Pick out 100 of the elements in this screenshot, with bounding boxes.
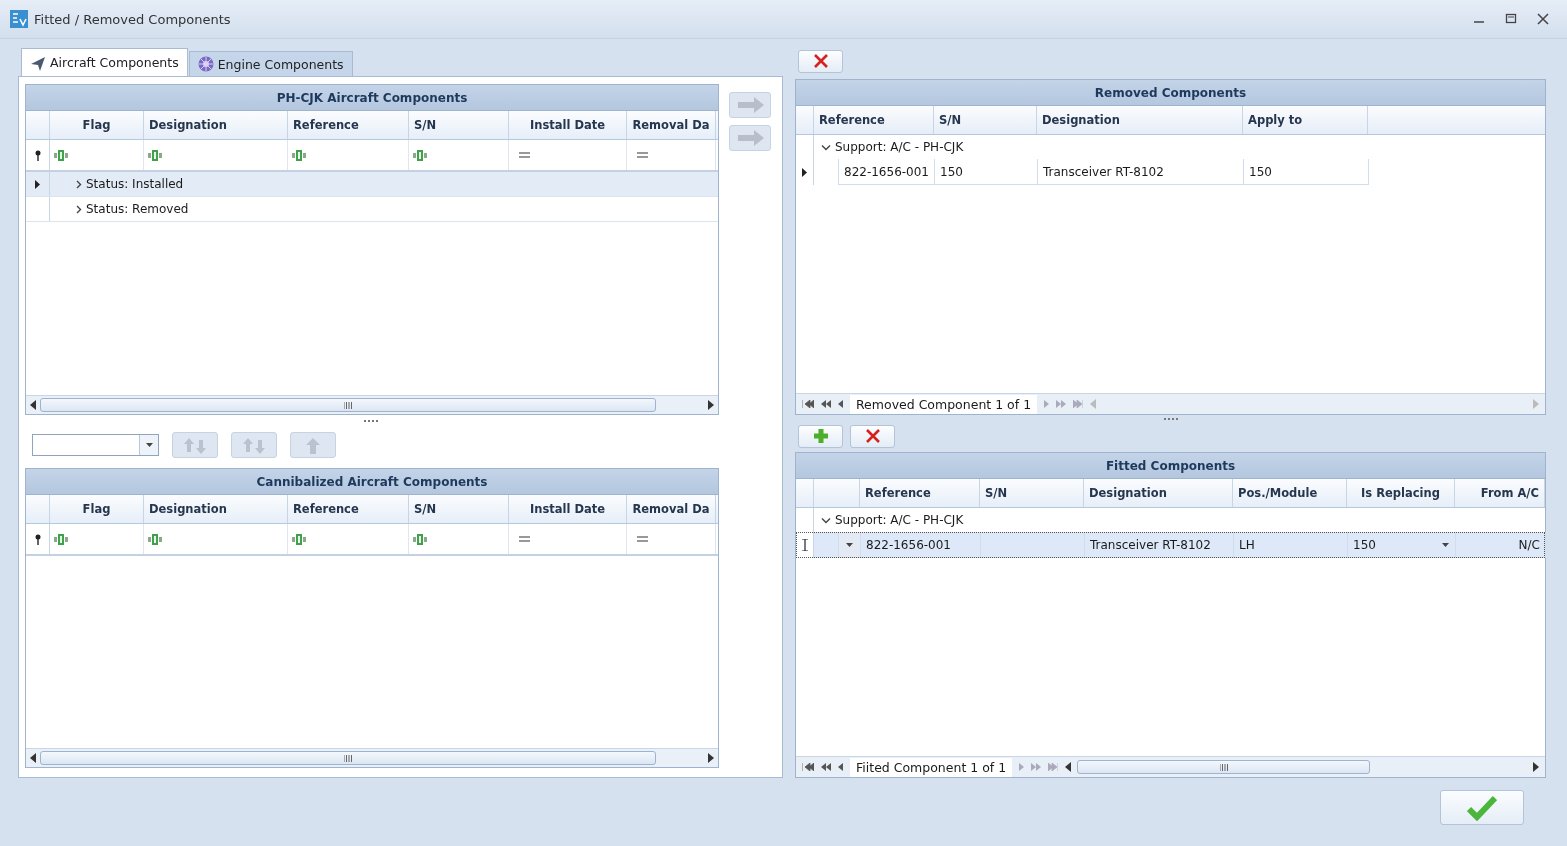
column-header[interactable]: Reference [814,106,934,134]
column-header[interactable]: Apply to [1243,106,1368,134]
scroll-right-icon[interactable] [1533,762,1539,772]
filter-dropdown[interactable] [32,434,159,456]
equals-filter-icon[interactable] [637,535,648,543]
scrollbar-thumb[interactable] [40,398,656,412]
chevron-down-icon[interactable] [821,143,831,151]
delete-button[interactable] [798,49,843,73]
column-header[interactable]: Designation [144,111,288,139]
scroll-left-icon[interactable] [30,753,36,763]
scrollbar-thumb[interactable] [40,751,656,765]
data-row[interactable]: 822-1656-001 150 Transceiver RT-8102 150 [796,159,1545,185]
first-page-icon[interactable] [802,763,814,771]
column-header[interactable]: From A/C [1455,479,1545,507]
data-row[interactable]: 822-1656-001 Transceiver RT-8102 LH 150 N/C [796,532,1545,558]
row-pointer-icon [802,167,807,177]
group-label: Status: Installed [86,177,184,191]
group-label: Status: Removed [86,202,189,216]
maximize-icon[interactable] [1505,13,1517,25]
delete-button[interactable] [850,424,895,448]
equals-filter-icon[interactable] [519,535,530,543]
column-header[interactable]: Pos./Module [1233,479,1347,507]
column-header[interactable]: Install Date [509,495,627,523]
column-header[interactable]: S/N [409,495,509,523]
table-cell: LH [1234,532,1348,558]
text-filter-icon[interactable] [413,149,427,161]
caret-icon[interactable] [1442,542,1449,547]
column-header[interactable]: S/N [980,479,1084,507]
grip-icon [344,754,352,762]
scroll-right-icon[interactable] [708,400,714,410]
up-down-arrows-icon [184,436,206,454]
text-filter-icon[interactable] [54,533,68,545]
next-page-icon[interactable] [1056,400,1067,408]
previous-icon[interactable] [838,400,843,408]
column-header[interactable]: Is Replacing [1347,479,1455,507]
record-navigator-text: Fiited Component 1 of 1 [850,757,1013,777]
horizontal-scrollbar[interactable] [26,395,718,414]
scroll-left-icon[interactable] [1065,762,1072,772]
last-page-icon[interactable] [1048,763,1059,771]
column-header[interactable]: Removal Da [627,495,716,523]
group-label: Support: A/C - PH-CJK [835,140,964,154]
next-icon[interactable] [1019,763,1025,771]
table-cell: Transceiver RT-8102 [1085,532,1234,558]
grid-title: Fitted Components [796,453,1545,479]
next-page-icon[interactable] [1031,763,1042,771]
group-row[interactable]: Status: Removed [26,197,718,222]
horizontal-scrollbar[interactable] [26,748,718,767]
column-header[interactable]: S/N [409,111,509,139]
table-cell: 150 [1348,532,1456,558]
group-label: Support: A/C - PH-CJK [835,513,964,527]
chevron-right-icon[interactable] [76,179,82,189]
text-filter-icon[interactable] [148,533,162,545]
previous-page-icon[interactable] [821,400,831,408]
grip-icon [1219,763,1228,771]
group-row[interactable]: Support: A/C - PH-CJK [796,135,1545,159]
app-icon [10,10,28,28]
add-button[interactable] [798,424,843,448]
last-page-icon[interactable] [1073,400,1084,408]
scrollbar-thumb[interactable] [1077,760,1371,774]
record-navigator-text: Removed Component 1 of 1 [850,394,1038,414]
column-header[interactable]: S/N [934,106,1037,134]
grid-title: Removed Components [796,80,1545,106]
column-header[interactable]: Designation [144,495,288,523]
text-filter-icon[interactable] [292,533,306,545]
ok-button[interactable] [1440,790,1524,825]
group-row[interactable]: Status: Installed [26,172,718,197]
column-header[interactable]: Reference [860,479,980,507]
text-filter-icon[interactable] [54,149,68,161]
chevron-down-icon[interactable] [821,516,831,524]
text-filter-icon[interactable] [292,149,306,161]
column-header[interactable]: Reference [288,495,409,523]
next-icon[interactable] [1044,400,1050,408]
text-cursor-icon [800,539,809,551]
previous-page-icon[interactable] [821,763,831,771]
equals-filter-icon[interactable] [637,151,648,159]
table-cell: Transceiver RT-8102 [1038,159,1244,185]
tab[interactable]: Engine Components [188,51,353,76]
airplane-icon [30,54,46,71]
column-header[interactable]: Designation [1084,479,1233,507]
column-header[interactable]: Flag [50,495,144,523]
window-title: Fitted / Removed Components [34,11,232,27]
chevron-right-icon[interactable] [76,204,82,214]
delete-icon [864,428,881,444]
column-header[interactable]: Designation [1037,106,1243,134]
scroll-right-icon[interactable] [708,753,714,763]
text-filter-icon[interactable] [148,149,162,161]
column-header[interactable]: Flag [50,111,144,139]
table-cell: 150 [1244,159,1369,185]
column-header[interactable]: Install Date [509,111,627,139]
scroll-left-icon[interactable] [30,400,36,410]
column-header[interactable]: Removal Da [627,111,716,139]
column-header[interactable]: Reference [288,111,409,139]
equals-filter-icon[interactable] [519,151,530,159]
tab[interactable]: Aircraft Components [21,48,188,76]
first-page-icon[interactable] [802,400,814,408]
previous-icon[interactable] [838,763,843,771]
close-icon[interactable] [1537,13,1549,25]
text-filter-icon[interactable] [413,533,427,545]
table-cell: 822-1656-001 [861,532,981,558]
dropdown-cell[interactable] [839,532,861,558]
